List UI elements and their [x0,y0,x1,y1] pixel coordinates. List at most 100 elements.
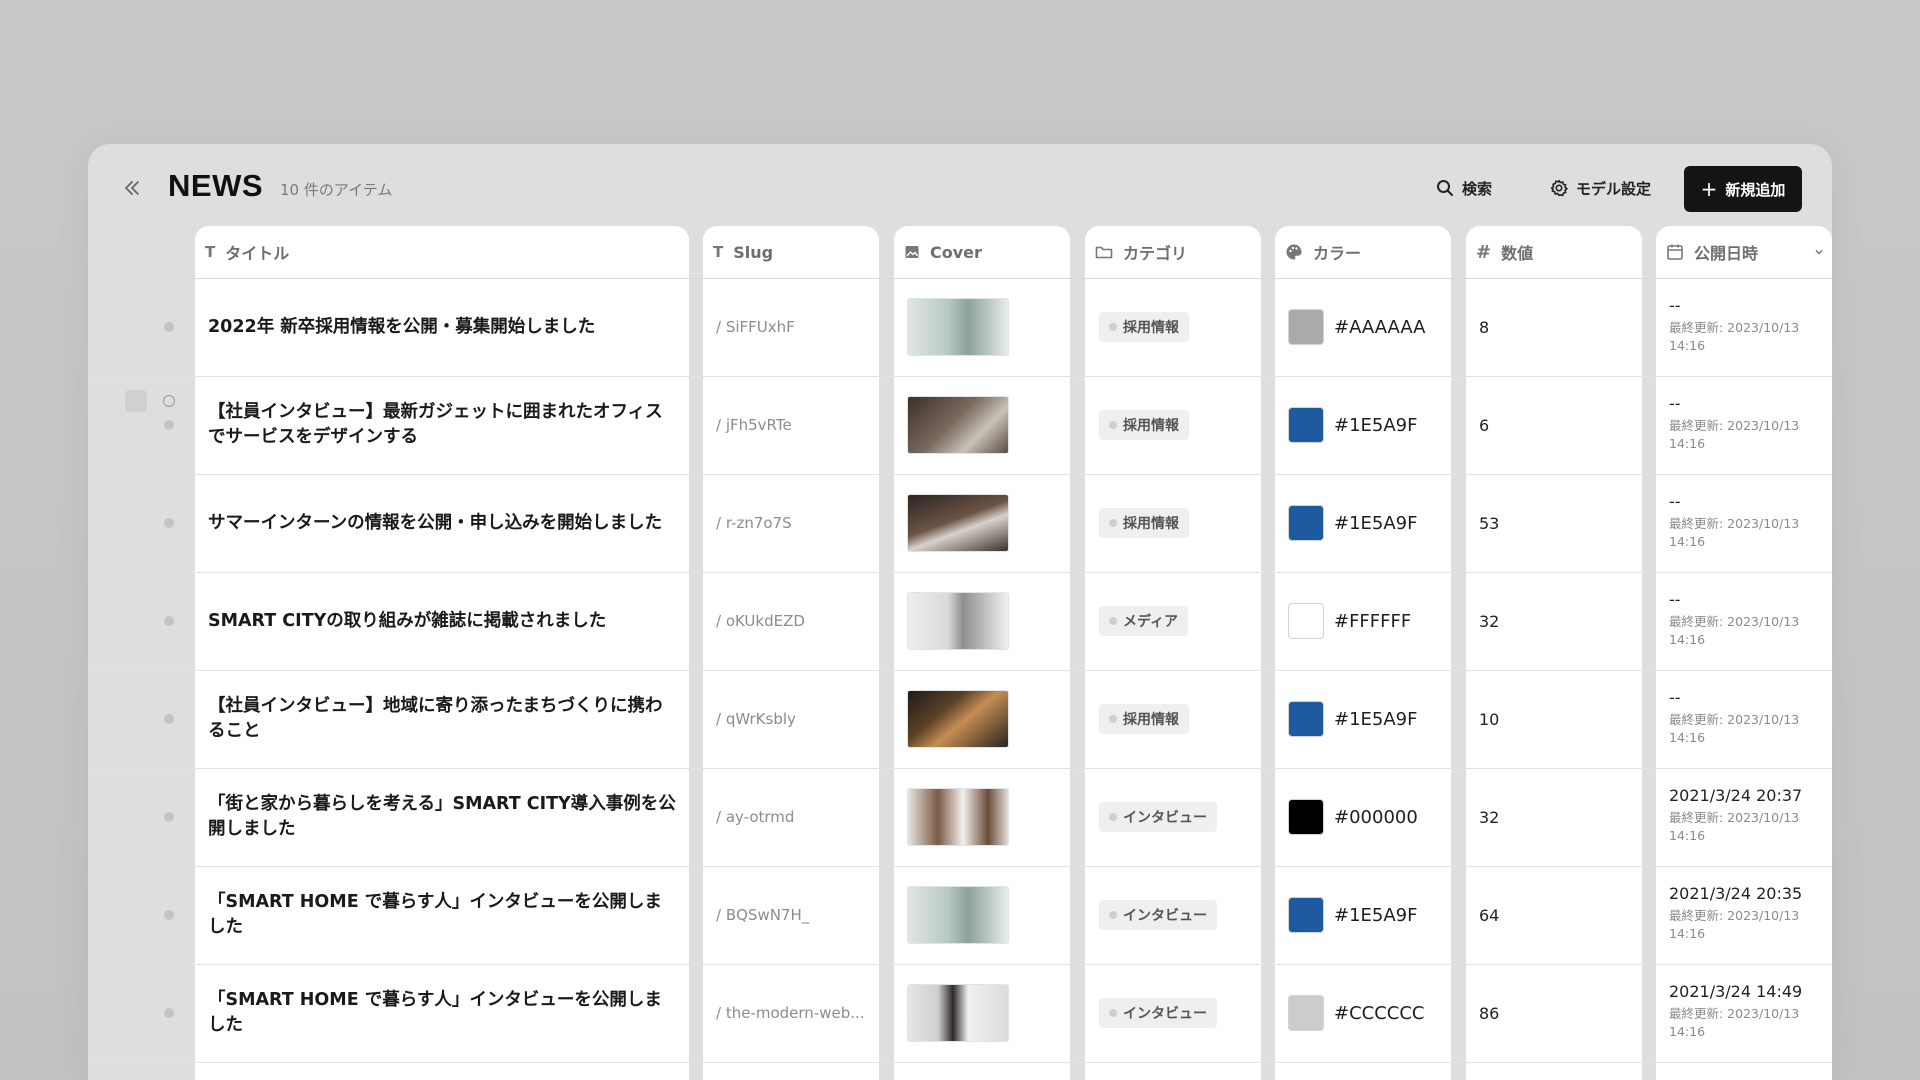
row-status-dot [164,714,174,724]
cover-thumbnail [907,788,1009,846]
table-row-published-cell[interactable]: 2021/3/24 20:37 最終更新: 2023/10/13 14:16 [1669,786,1802,864]
table-row-title-cell[interactable]: 【社員インタビュー】最新ガジェットに囲まれたオフィスでサービスをデザインする [208,376,682,474]
table-row-category-cell[interactable]: 採用情報 [1099,376,1189,474]
table-row-cover-cell[interactable] [907,964,1009,1062]
select-all-checkbox[interactable] [125,390,147,412]
table-row-category-cell[interactable]: メディア [1099,572,1189,670]
table-row-category-cell[interactable]: 採用情報 [1099,278,1189,376]
table-row-color-cell[interactable]: #1E5A9F [1288,376,1417,474]
table-row-color-cell[interactable]: #1E5A9F [1288,670,1417,768]
category-badge: インタビュー [1099,998,1217,1028]
status-filter-toggle[interactable] [163,395,175,407]
table-row-slug-cell[interactable]: / ay-otrmd [716,768,866,866]
table-row-title-cell[interactable]: SMART CITYの取り組みが雑誌に掲載されました [208,572,682,670]
table-row-category-cell[interactable]: インタビュー [1099,866,1217,964]
table-row-slug-cell[interactable]: / r-zn7o7S [716,474,866,572]
column-header-category[interactable]: カテゴリ [1085,226,1261,278]
table-row-slug-cell[interactable]: / the-modern-web... [716,964,866,1062]
table-row-title-cell[interactable]: 「SMART HOME で暮らす人」インタビューを公開しました [208,866,682,964]
color-hex: #000000 [1334,806,1418,828]
table-row-color-cell[interactable]: #AAAAAA [1288,278,1425,376]
add-new-button[interactable]: + 新規追加 [1684,166,1802,212]
table-row-slug-cell[interactable]: / qWrKsbly [716,670,866,768]
last-updated-time: 14:16 [1669,632,1706,647]
table-row-number-cell[interactable]: 10 [1479,670,1499,768]
category-label: メディア [1123,614,1179,630]
table-row-title-cell[interactable]: 「SMART HOME で暮らす人」インタビューを公開しました [208,964,682,1062]
table-row-title-cell[interactable]: 2022年 新卒採用情報を公開・募集開始しました [208,278,682,376]
table-row-slug-cell[interactable]: / SiFFUxhF [716,278,866,376]
last-updated-time: 14:16 [1669,926,1706,941]
table-row-published-cell[interactable]: -- 最終更新: 2023/10/13 14:16 [1669,296,1799,374]
table-row-slug-cell[interactable]: / jFh5vRTe [716,376,866,474]
table-row-category-cell[interactable]: 採用情報 [1099,474,1189,572]
table-row-category-cell[interactable]: インタビュー [1099,768,1217,866]
table-row-slug-cell[interactable]: / oKUkdEZD [716,572,866,670]
table-row-color-cell[interactable]: #1E5A9F [1288,866,1417,964]
table-row-cover-cell[interactable] [907,866,1009,964]
column-header-color[interactable]: カラー [1275,226,1451,278]
table-row-category-cell[interactable]: インタビュー [1099,964,1217,1062]
collapse-sidebar-button[interactable] [120,176,144,200]
row-title: 【社員インタビュー】地域に寄り添ったまちづくりに携わること [208,696,663,741]
color-swatch [1288,995,1324,1031]
row-status-dot [164,812,174,822]
column-header-number[interactable]: # 数値 [1466,226,1642,278]
last-updated: 最終更新: 2023/10/13 14:16 [1669,711,1799,747]
category-badge: 採用情報 [1099,410,1189,440]
last-updated-time: 14:16 [1669,730,1706,745]
table-row-number-cell[interactable]: 32 [1479,572,1499,670]
table-row-title-cell[interactable]: 「街と家から暮らしを考える」SMART CITY導入事例を公開しました [208,768,682,866]
image-icon [905,246,919,258]
column-header-slug[interactable]: T Slug [703,226,879,278]
table-row-published-cell[interactable]: -- 最終更新: 2023/10/13 14:16 [1669,492,1799,570]
model-settings-button[interactable]: モデル設定 [1550,166,1651,210]
color-swatch [1288,603,1324,639]
color-hex: #1E5A9F [1334,904,1418,926]
table-row-slug-cell[interactable]: / BQSwN7H_ [716,866,866,964]
table-row-cover-cell[interactable] [907,376,1009,474]
last-updated-date: 最終更新: 2023/10/13 [1669,1006,1800,1021]
chevron-down-icon[interactable] [1814,247,1824,257]
table-row-cover-cell[interactable] [907,474,1009,572]
table-row-color-cell[interactable]: #000000 [1288,768,1418,866]
palette-icon [1286,244,1302,260]
table-row-number-cell[interactable]: 86 [1479,964,1499,1062]
last-updated-time: 14:16 [1669,1024,1706,1039]
table-row-number-cell[interactable]: 53 [1479,474,1499,572]
search-button[interactable]: 検索 [1436,166,1492,210]
gear-icon [1550,179,1568,197]
table-row-category-cell[interactable]: 採用情報 [1099,670,1189,768]
table-row-published-cell[interactable]: -- 最終更新: 2023/10/13 14:16 [1669,590,1799,668]
row-title: サマーインターンの情報を公開・申し込みを開始しました [208,512,663,533]
column-header-cover[interactable]: Cover [894,226,1070,278]
table-row-number-cell[interactable]: 64 [1479,866,1499,964]
column-header-published[interactable]: 公開日時 [1656,226,1832,278]
table-row-cover-cell[interactable] [907,278,1009,376]
table-row-cover-cell[interactable] [907,670,1009,768]
published-date: -- [1669,492,1681,511]
column-header-title[interactable]: T タイトル [195,226,689,278]
published-date: 2021/3/24 20:35 [1669,884,1803,903]
table-row-cover-cell[interactable] [907,768,1009,866]
table-row-color-cell[interactable]: #CCCCCC [1288,964,1425,1062]
row-title: 【社員インタビュー】最新ガジェットに囲まれたオフィスでサービスをデザインする [208,402,663,447]
table-row-title-cell[interactable]: 【社員インタビュー】地域に寄り添ったまちづくりに携わること [208,670,682,768]
page-title: NEWS [168,168,263,203]
table-row-number-cell[interactable]: 8 [1479,278,1489,376]
table-row-number-cell[interactable]: 6 [1479,376,1489,474]
table-row-number-cell[interactable]: 32 [1479,768,1499,866]
table-row-color-cell[interactable]: #1E5A9F [1288,474,1417,572]
table-row-color-cell[interactable]: #FFFFFF [1288,572,1411,670]
table-row-published-cell[interactable]: -- 最終更新: 2023/10/13 14:16 [1669,688,1799,766]
last-updated: 最終更新: 2023/10/13 14:16 [1669,1005,1799,1041]
last-updated: 最終更新: 2023/10/13 14:16 [1669,907,1799,943]
color-swatch [1288,407,1324,443]
table-row-title-cell[interactable]: サマーインターンの情報を公開・申し込みを開始しました [208,474,682,572]
table-row-published-cell[interactable]: 2021/3/24 20:35 最終更新: 2023/10/13 14:16 [1669,884,1802,962]
table-row-published-cell[interactable]: 2021/3/24 14:49 最終更新: 2023/10/13 14:16 [1669,982,1802,1060]
table-row-published-cell[interactable]: -- 最終更新: 2023/10/13 14:16 [1669,394,1799,472]
last-updated-date: 最終更新: 2023/10/13 [1669,810,1800,825]
table-row-cover-cell[interactable] [907,572,1009,670]
cover-thumbnail [907,984,1009,1042]
